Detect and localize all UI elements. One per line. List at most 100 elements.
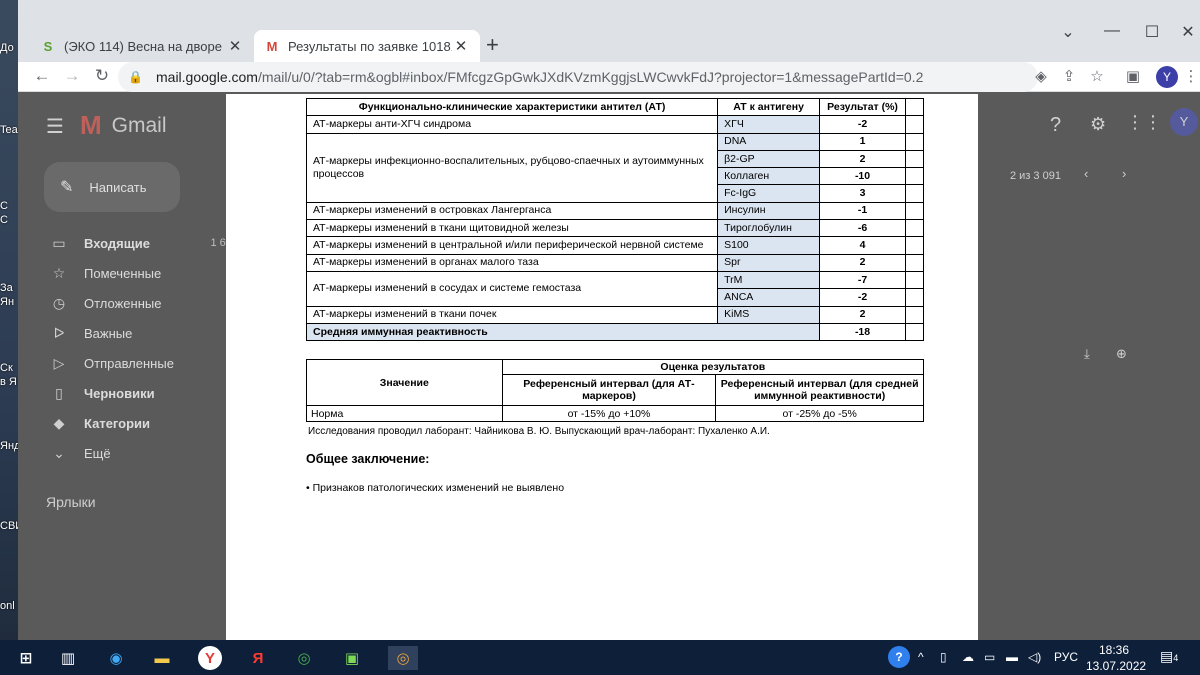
chrome-active-icon[interactable]: ◎ [388,646,418,670]
bookmark-star-icon[interactable]: ☆ [1086,67,1108,85]
desktop-label[interactable]: СВИ [0,520,20,532]
norm-label: Норма [306,405,503,422]
speaker-icon[interactable]: ◁) [1028,650,1041,664]
result-cell: 3 [819,184,906,203]
chrome-icon[interactable]: ◎ [292,646,316,670]
close-icon[interactable]: ✕ [452,37,470,55]
menu-dots-icon[interactable]: ⋮ [1180,67,1200,85]
category-icon: ◆ [53,414,65,431]
edge-icon[interactable]: ◉ [104,646,128,670]
table-row: АТ-маркеры изменений в органах малого та… [305,253,924,272]
compose-label: Написать [89,179,147,195]
label-icon: ᐅ [53,324,65,341]
compose-button[interactable]: ✎ Написать [44,162,180,212]
notification-count: 4 [1173,653,1179,663]
prev-page-icon[interactable]: ‹ [1084,166,1088,181]
group-cell: АТ-маркеры изменений в ткани почек [305,305,719,324]
cloud-icon[interactable]: ☁ [962,650,974,664]
group-cell: АТ-маркеры изменений в сосудах и системе… [305,270,719,307]
nav-categories[interactable]: ◆ Категории [48,412,238,434]
sidebar-icon[interactable]: ▣ [1122,67,1144,85]
blank-cell [905,149,924,169]
battery-icon[interactable]: ▬ [1006,650,1018,664]
nav-sent[interactable]: ▷ Отправленные [48,352,238,374]
nav-starred[interactable]: ☆ Помеченные [48,262,238,284]
forward-icon[interactable]: → [60,66,84,86]
pagination-text: 2 из 3 091 [1010,170,1061,182]
result-cell: 2 [819,149,906,169]
lock-icon: 🔒 [128,70,143,84]
eval-title: Оценка результатов [501,359,925,375]
download-icon[interactable]: ⤓ [1084,346,1090,362]
antigen-cell: Fc-IgG [717,184,821,203]
desktop-label[interactable]: Ян [0,296,20,308]
help-tray-icon[interactable]: ? [888,646,910,668]
next-page-icon[interactable]: › [1122,166,1126,181]
apps-grid-icon[interactable]: ⋮⋮ [1126,112,1162,133]
nav-snoozed[interactable]: ◷ Отложенные [48,292,238,314]
hamburger-menu-icon[interactable]: ☰ [46,114,64,139]
minimize-icon[interactable]: — [1100,22,1124,40]
nav-drafts[interactable]: ▯ Черновики 51 [48,382,238,404]
chevron-up-icon[interactable]: ^ [918,650,924,664]
desktop-label[interactable]: C [0,214,20,226]
blank-cell [905,270,924,290]
address-bar[interactable]: 🔒 mail.google.com/mail/u/0/?tab=rm&ogbl#… [118,62,1038,92]
table-row: АТ-маркеры изменений в ткани щитовидной … [305,219,924,238]
app-icon[interactable]: ▣ [340,646,364,670]
windows-start-icon[interactable]: ⊞ [14,646,38,670]
blank-cell [905,201,924,221]
system-clock[interactable]: 18:36 13.07.2022 [1086,642,1146,674]
yandex-icon[interactable]: Y [198,646,222,670]
gmail-logo[interactable]: M Gmail [80,110,167,141]
conclusion-title: Общее заключение: [306,452,430,466]
nav-more[interactable]: ⌄ Ещё [48,442,238,464]
nav-important[interactable]: ᐅ Важные [48,322,238,344]
tab-search-icon[interactable]: ⌄ [1056,22,1080,42]
profile-avatar[interactable]: Y [1156,66,1178,88]
desktop-label[interactable]: До [0,42,20,54]
desktop-label[interactable]: в Я [0,376,20,388]
maximize-icon[interactable]: ☐ [1140,22,1164,42]
language-indicator[interactable]: РУС [1054,650,1078,664]
monitor-icon[interactable]: ▭ [984,650,995,664]
account-avatar[interactable]: Y [1170,108,1198,136]
add-to-drive-icon[interactable]: ⊕ [1116,346,1127,362]
yandex-browser-icon[interactable]: Я [246,646,270,670]
antigen-cell: TrM [717,270,821,290]
url-host: mail.google.com [156,69,258,85]
share-icon[interactable]: ⇪ [1058,67,1080,85]
nav-inbox[interactable]: ▭ Входящие 1 601 [48,232,238,254]
notifications-icon[interactable]: ▤4 [1160,648,1178,665]
antigen-cell: S100 [717,236,821,255]
ref-header-markers: Референсный интервал (для АТ-маркеров) [501,373,717,407]
desktop-label[interactable]: C [0,200,20,212]
close-icon[interactable]: ✕ [226,37,244,55]
desktop-label[interactable]: onl [0,600,20,612]
desktop-label[interactable]: Tea [0,124,20,136]
desktop-label[interactable]: За [0,282,20,294]
total-label: Средняя иммунная реактивность [305,322,821,342]
table-row: АТ-маркеры изменений в островках Лангерг… [305,201,924,221]
result-cell: -7 [819,270,906,290]
reload-icon[interactable]: ↻ [90,66,114,86]
task-view-icon[interactable]: ▥ [56,646,80,670]
tab-eko[interactable]: S (ЭКО 114) Весна на дворе - мал ✕ [30,30,254,62]
gear-icon[interactable]: ⚙ [1090,114,1106,135]
device-icon[interactable]: ▯ [940,650,947,664]
table-row: АТ-маркеры анти-ХГЧ синдрома ХГЧ -2 [305,115,924,134]
antibody-results-table: Функционально-клинические характеристики… [305,97,924,342]
file-explorer-icon[interactable]: ▬ [150,646,174,670]
nav-label: Входящие [84,235,150,251]
back-icon[interactable]: ← [30,66,54,86]
tab-results[interactable]: M Результаты по заявке 10181068 ✕ [254,30,480,62]
table-row: АТ-маркеры изменений в ткани почек KiMS … [305,305,924,324]
column-header: Функционально-клинические характеристики… [305,97,719,117]
nav-label: Черновики [84,385,155,401]
desktop-label[interactable]: Ск [0,362,20,374]
close-window-icon[interactable]: ✕ [1176,22,1200,42]
new-tab-button[interactable]: + [486,34,499,56]
desktop-label[interactable]: Янд [0,440,20,452]
help-icon[interactable]: ? [1050,114,1061,137]
view-icon[interactable]: ◈ [1030,67,1052,85]
